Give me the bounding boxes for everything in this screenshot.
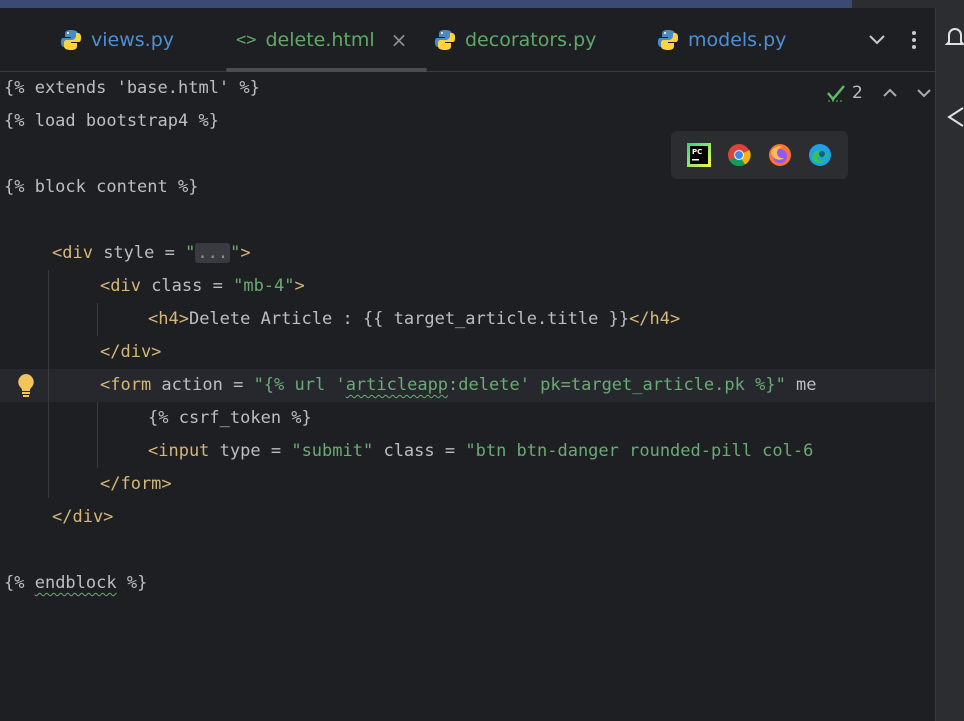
python-icon <box>435 29 455 50</box>
code-line-13: </form> <box>100 474 172 494</box>
tab-label: views.py <box>91 28 174 51</box>
chevron-down-icon[interactable] <box>917 88 931 98</box>
lightbulb-icon[interactable] <box>14 372 38 398</box>
tab-decorators-py[interactable]: decorators.py <box>434 8 596 71</box>
code-line-7: <div class = "mb-4"> <box>100 276 305 296</box>
code-line-6: <div style = "... "> <box>52 243 251 263</box>
ai-assistant-icon[interactable] <box>945 106 964 128</box>
code-line-9: </div> <box>100 342 162 362</box>
html-icon: <> <box>236 29 257 50</box>
inspection-count: 2 <box>852 83 863 103</box>
tab-delete-html[interactable]: <> delete.html × <box>225 8 428 72</box>
edge-icon[interactable] <box>808 143 832 167</box>
tab-label: models.py <box>688 28 787 51</box>
code-line-4: {% block content %} <box>4 177 199 197</box>
folded-region[interactable]: ... <box>195 243 231 263</box>
python-icon <box>61 29 81 50</box>
editor-tab-bar: views.py <> delete.html × decorators.py … <box>0 8 935 72</box>
tab-label: decorators.py <box>465 28 597 51</box>
svg-text:PC: PC <box>692 148 702 156</box>
tab-models-py[interactable]: models.py <box>657 8 786 71</box>
notifications-icon[interactable] <box>945 26 964 48</box>
firefox-icon[interactable] <box>768 143 792 167</box>
browser-preview-popup: PC <box>671 131 848 179</box>
tab-tools <box>869 8 917 71</box>
code-line-12: <input type = "submit" class = "btn btn-… <box>148 441 814 461</box>
code-line-16: {% endblock %} <box>4 573 148 593</box>
chevron-up-icon[interactable] <box>883 88 897 98</box>
close-icon[interactable]: × <box>391 28 408 52</box>
inspection-widget[interactable]: 2 <box>826 80 931 106</box>
code-line-14: </div> <box>52 507 114 527</box>
python-icon <box>658 29 678 50</box>
code-line-10: <form action = "{% url 'articleapp:delet… <box>100 375 817 395</box>
pycharm-icon[interactable]: PC <box>687 143 712 167</box>
window-top-strip <box>0 0 964 8</box>
code-line-2: {% load bootstrap4 %} <box>4 111 219 131</box>
chevron-down-icon[interactable] <box>869 34 885 45</box>
title-accent-bar <box>0 0 852 8</box>
chrome-icon[interactable] <box>727 143 752 167</box>
tab-label: delete.html <box>265 28 375 51</box>
right-tool-strip <box>935 8 964 721</box>
more-vertical-icon[interactable] <box>911 30 917 50</box>
tab-views-py[interactable]: views.py <box>60 8 174 71</box>
code-editor[interactable]: {% extends 'base.html' %} {% load bootst… <box>0 72 935 721</box>
code-line-8: <h4>Delete Article : {{ target_article.t… <box>148 309 681 329</box>
check-icon <box>827 85 845 102</box>
code-line-11: {% csrf_token %} <box>148 408 312 428</box>
code-line-1: {% extends 'base.html' %} <box>4 78 260 98</box>
